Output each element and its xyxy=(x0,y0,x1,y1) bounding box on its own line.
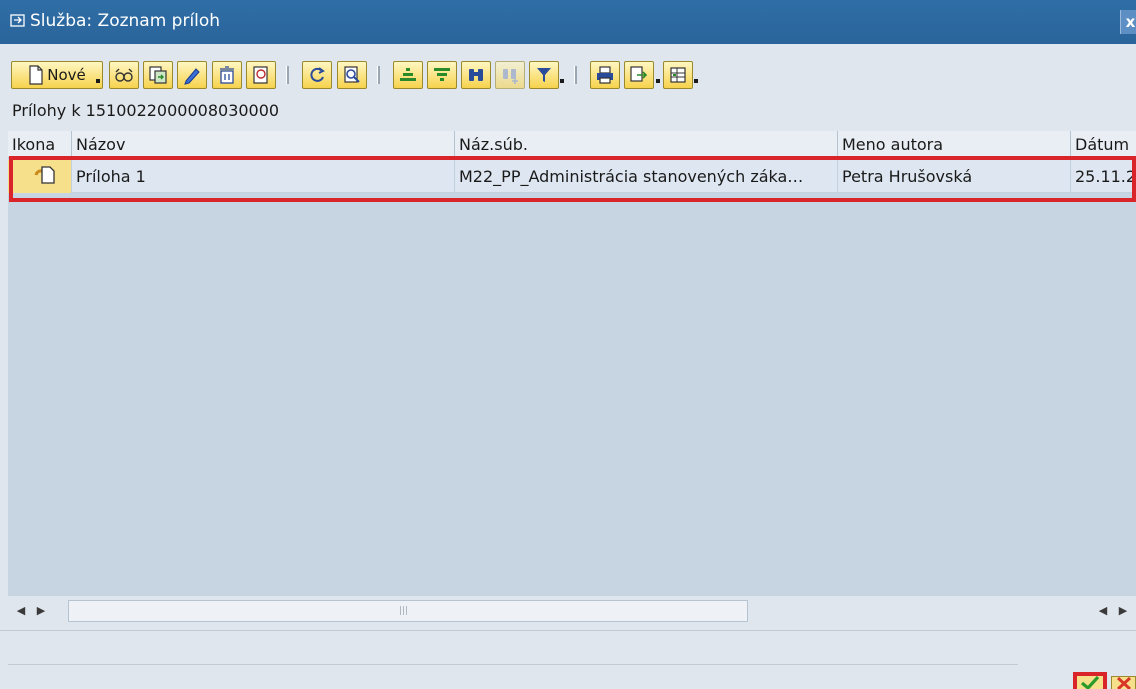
title-bar: Služba: Zoznam príloh x xyxy=(0,0,1136,44)
toolbar-separator xyxy=(574,66,577,84)
print-button[interactable] xyxy=(590,61,620,89)
export-icon xyxy=(630,66,648,82)
column-header-date[interactable]: Dátum xyxy=(1071,131,1136,158)
toolbar-separator xyxy=(377,66,380,84)
filter-icon xyxy=(537,68,551,82)
confirm-button[interactable] xyxy=(1073,672,1107,689)
row-highlight-frame xyxy=(9,156,1136,202)
new-button[interactable]: Nové xyxy=(11,61,103,89)
binoculars-icon xyxy=(469,69,483,81)
glasses-icon xyxy=(115,68,133,82)
find-next-button[interactable] xyxy=(495,61,525,89)
sort-descending-icon xyxy=(434,68,450,81)
find-next-icon xyxy=(503,69,518,84)
scroll-right-right-pane-icon[interactable]: ▶ xyxy=(1116,602,1130,620)
horizontal-scrollbar[interactable]: ◀ ▶ ||| ◀ ▶ xyxy=(8,598,1136,626)
column-header-author[interactable]: Meno autora xyxy=(838,131,1071,158)
detail-button[interactable] xyxy=(246,61,276,89)
export-button[interactable] xyxy=(624,61,654,89)
column-header-file[interactable]: Náz.súb. xyxy=(455,131,838,158)
toolbar: Nové xyxy=(0,44,1136,92)
scroll-left-right-pane-icon[interactable]: ◀ xyxy=(1096,602,1110,620)
copy-button[interactable] xyxy=(143,61,173,89)
sort-descending-button[interactable] xyxy=(427,61,457,89)
new-document-icon xyxy=(29,65,43,85)
footer-divider xyxy=(8,664,1018,665)
new-button-label: Nové xyxy=(47,66,86,84)
pencil-icon xyxy=(184,68,200,85)
display-button[interactable] xyxy=(109,61,139,89)
attachments-heading: Prílohy k 1510022000008030000 xyxy=(12,101,280,120)
close-icon[interactable]: x xyxy=(1120,10,1136,34)
sort-ascending-button[interactable] xyxy=(393,61,423,89)
scroll-right-icon[interactable]: ▶ xyxy=(34,602,48,620)
delete-button[interactable] xyxy=(212,61,242,89)
table-layout-icon xyxy=(670,67,686,83)
filter-button[interactable] xyxy=(529,61,559,89)
find-button[interactable] xyxy=(461,61,491,89)
column-header-icon[interactable]: Ikona xyxy=(8,131,72,158)
checkmark-icon xyxy=(1080,676,1100,689)
magnifier-icon xyxy=(344,66,360,83)
layout-button[interactable] xyxy=(663,61,693,89)
scrollbar-grip-icon: ||| xyxy=(399,606,409,616)
sort-ascending-icon xyxy=(400,68,416,81)
refresh-button[interactable] xyxy=(302,61,332,89)
trash-icon xyxy=(220,66,234,84)
refresh-icon xyxy=(310,67,325,82)
filter-dropdown-icon xyxy=(560,79,564,83)
scroll-left-icon[interactable]: ◀ xyxy=(14,602,28,620)
copy-icon xyxy=(149,66,167,84)
scrollbar-track[interactable]: ||| xyxy=(68,600,748,622)
window-title: Služba: Zoznam príloh xyxy=(30,11,221,31)
window-icon xyxy=(10,14,25,27)
layout-dropdown-icon xyxy=(694,79,698,83)
table-header: Ikona Názov Náz.súb. Meno autora Dátum xyxy=(8,131,1136,158)
document-detail-icon xyxy=(253,66,268,84)
search-button[interactable] xyxy=(337,61,367,89)
printer-icon xyxy=(597,66,613,84)
dialog-footer xyxy=(0,630,1136,689)
cancel-button[interactable] xyxy=(1111,676,1136,689)
edit-button[interactable] xyxy=(177,61,207,89)
new-dropdown-icon xyxy=(96,79,100,83)
export-dropdown-icon xyxy=(656,79,660,83)
cancel-x-icon xyxy=(1116,677,1131,689)
toolbar-separator xyxy=(286,66,289,84)
column-header-name[interactable]: Názov xyxy=(72,131,455,158)
